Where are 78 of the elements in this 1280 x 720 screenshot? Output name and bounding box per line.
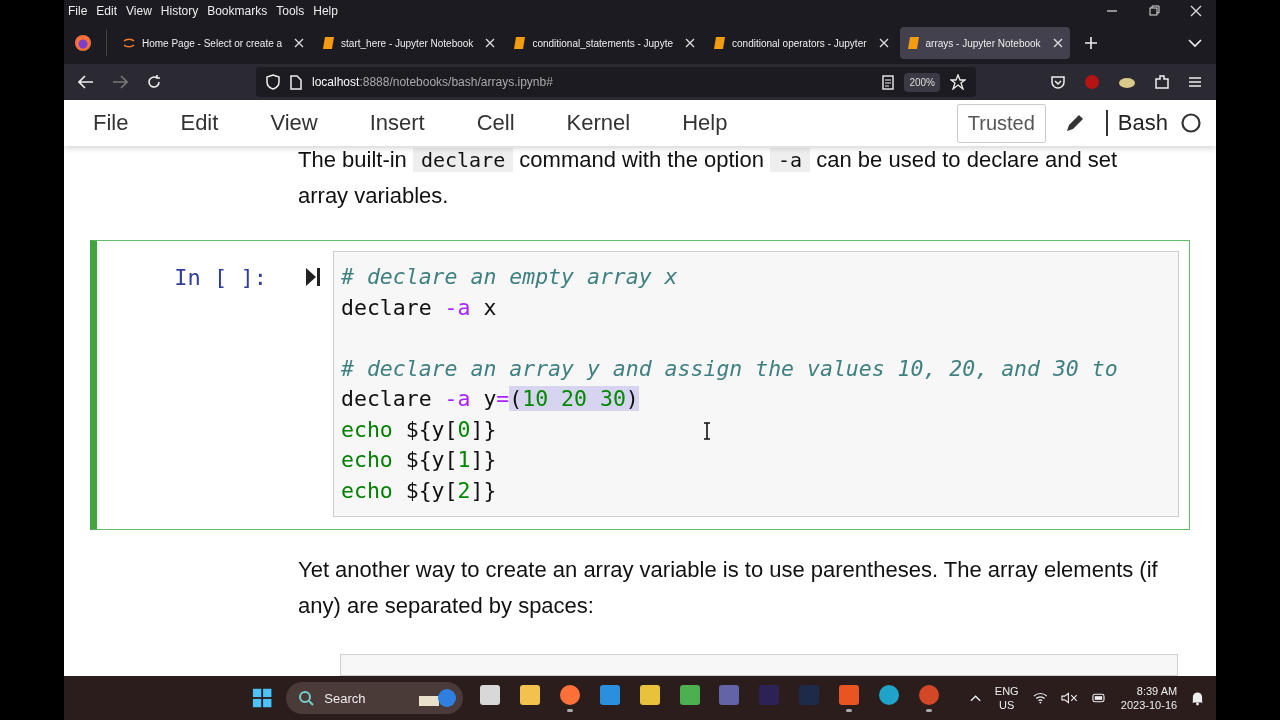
back-icon[interactable] — [78, 75, 94, 89]
restore-icon[interactable] — [1148, 5, 1160, 17]
notebook-icon — [713, 36, 726, 50]
notebook-menu-item[interactable]: Help — [682, 110, 728, 136]
code-line: echo ${y[2]} — [341, 476, 497, 505]
text-cursor-icon — [702, 422, 712, 440]
shield-icon[interactable] — [266, 74, 280, 90]
notebook-icon — [906, 36, 920, 50]
menu-item[interactable]: Tools — [276, 4, 305, 18]
forward-icon[interactable] — [112, 75, 128, 89]
address-bar[interactable]: localhost:8888/notebooks/bash/arrays.ipynb# 200% — [256, 67, 976, 97]
chevron-up-icon[interactable] — [969, 694, 981, 702]
notebook-icon — [322, 36, 336, 50]
code-cell[interactable]: In [ ]: # declare an empty array x declare -a x # declare an array y and assign the values 10, 20, and 30 to declare -a y=(10 20 30) echo ${y[0]} echo ${y[1]} echo ${y[2]} — [90, 240, 1190, 530]
browser-tab[interactable]: arrays - Jupyter Notebook — [899, 27, 1070, 59]
pocket-icon[interactable] — [1050, 74, 1066, 90]
page-icon — [290, 74, 302, 90]
search-field[interactable]: Search — [286, 682, 464, 714]
region-indicator[interactable]: US — [999, 698, 1015, 712]
language-indicator[interactable]: ENG — [994, 684, 1019, 698]
close-icon[interactable] — [294, 38, 305, 48]
browser-tab[interactable]: conditional operators - Jupyter — [706, 27, 896, 59]
menu-item[interactable]: Bookmarks — [207, 4, 268, 18]
battery-icon[interactable] — [1092, 693, 1107, 703]
code-editor[interactable]: # declare an empty array x declare -a x # declare an array y and assign the values 10, 20, and 30 to declare -a y=(10 20 30) echo ${y[0]} echo ${y[1]} echo ${y[2]} — [333, 251, 1179, 517]
menu-item[interactable]: Edit — [96, 4, 118, 18]
notebook-icon — [513, 36, 527, 50]
new-tab-icon[interactable] — [1083, 36, 1098, 50]
close-icon[interactable] — [1052, 38, 1063, 48]
close-icon[interactable] — [1190, 5, 1202, 17]
menu-item[interactable]: History — [160, 4, 199, 18]
notebook-menu-item[interactable]: File — [93, 110, 129, 136]
trusted-indicator[interactable]: Trusted — [956, 103, 1046, 143]
code-comment: # declare an array y and assign the values 10, 20, and 30 to — [341, 354, 1118, 383]
notebook-menu-item[interactable]: Edit — [180, 110, 219, 136]
menu-item[interactable]: View — [126, 4, 152, 18]
notebook-menu-item[interactable]: Kernel — [566, 110, 631, 136]
cell-prompt: In [ ]: — [173, 265, 267, 290]
code-line: echo ${y[1]} — [341, 446, 497, 474]
kernel-name: Bash — [1105, 110, 1168, 136]
firefox-icon[interactable] — [74, 34, 92, 52]
notebook-menu-item[interactable]: Cell — [476, 110, 515, 136]
wifi-icon[interactable] — [1032, 692, 1048, 704]
browser-tab[interactable]: Home Page - Select or create a — [115, 27, 312, 59]
clock-date[interactable]: 2023-10-16 — [1120, 698, 1178, 712]
browser-tab[interactable]: conditional_statements - Jupyte — [506, 27, 702, 59]
code-line: declare -a y=(10 20 30) — [341, 385, 639, 413]
code-line: echo ${y[0]} — [341, 415, 497, 444]
chevron-icon[interactable] — [1188, 38, 1202, 48]
search-icon — [298, 690, 315, 706]
close-icon[interactable] — [878, 38, 889, 48]
code-line: declare -a x — [341, 293, 497, 322]
zoom-badge[interactable]: 200% — [904, 72, 940, 92]
spinner-icon — [122, 36, 136, 50]
extension-icon[interactable] — [1118, 75, 1136, 89]
code-comment: # declare an empty array x — [341, 263, 678, 291]
windows-start-icon[interactable] — [252, 687, 273, 709]
muted-speaker-icon[interactable] — [1061, 692, 1079, 704]
menu-item[interactable]: File — [68, 4, 88, 18]
paragraph: The built-in declare command with the option -a can be used to declare and set array variables. — [298, 146, 1119, 210]
reload-icon[interactable] — [146, 74, 162, 90]
kernel-status-icon — [1180, 112, 1202, 134]
bell-icon[interactable] — [1191, 690, 1205, 706]
close-icon[interactable] — [685, 38, 695, 48]
reader-icon[interactable] — [882, 74, 895, 90]
url-text: localhost:8888/notebooks/bash/arrays.ipynb# — [312, 75, 553, 89]
browser-tab[interactable]: start_here - Jupyter Notebook — [315, 27, 503, 59]
puzzle-icon[interactable] — [1154, 74, 1170, 90]
run-icon[interactable] — [305, 267, 321, 287]
paragraph: Yet another way to create an array variable is to use parentheses. The array elements (if any) are separated by spaces: — [298, 556, 1159, 620]
menu-icon[interactable] — [1188, 76, 1202, 88]
star-icon[interactable] — [950, 74, 966, 90]
close-icon[interactable] — [485, 38, 496, 48]
menu-item[interactable]: Help — [313, 4, 338, 18]
clock-time[interactable]: 8:39 AM — [1136, 684, 1178, 698]
notebook-menu-item[interactable]: View — [270, 110, 318, 136]
search-highlight-icon — [417, 687, 458, 709]
notebook-menu-item[interactable]: Insert — [369, 110, 425, 136]
